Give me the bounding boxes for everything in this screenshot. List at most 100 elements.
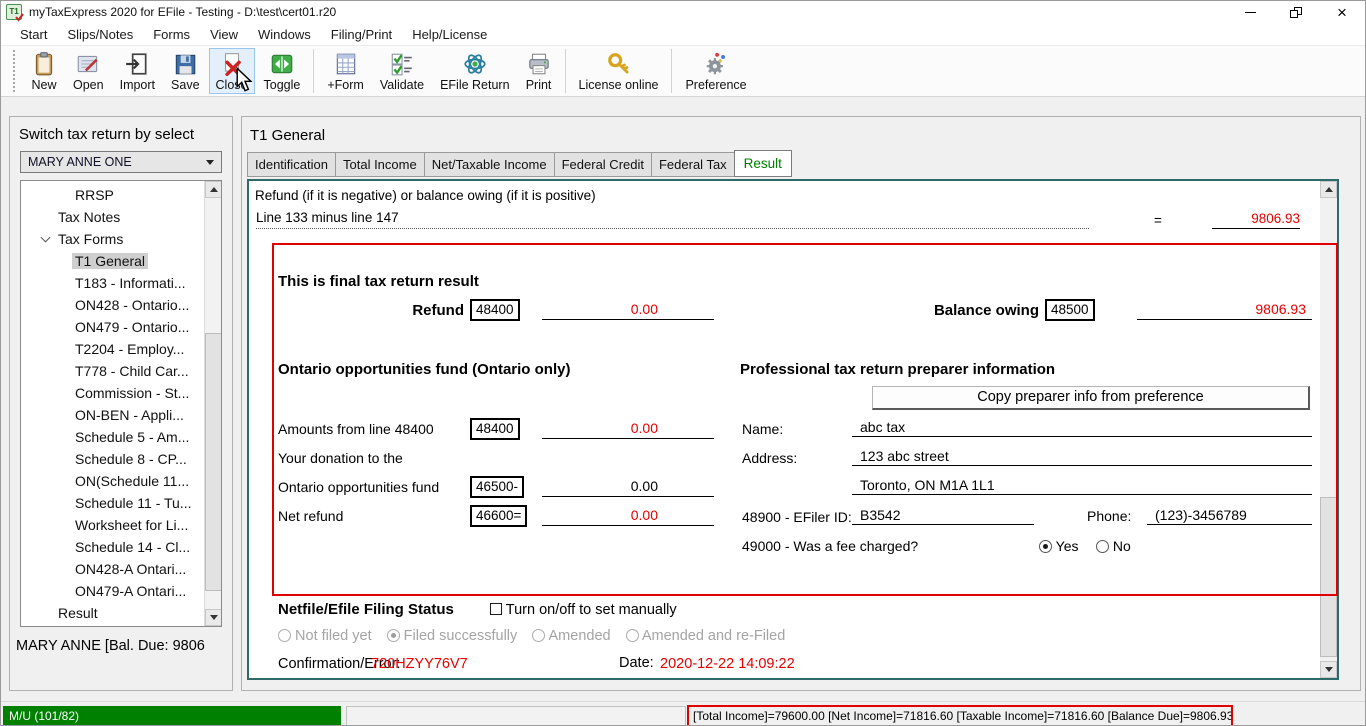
filing-status-heading: Netfile/Efile Filing Status [278,601,454,618]
form-scrollbar[interactable] [1320,181,1337,678]
tree-item-worksheet[interactable]: Worksheet for Li... [21,514,221,536]
tree-item-result[interactable]: Result [21,602,221,624]
scroll-thumb[interactable] [1320,497,1337,657]
tree-item-on479[interactable]: ON479 - Ontario... [21,316,221,338]
radio-no-icon[interactable] [1096,540,1109,553]
tab-federal-credit[interactable]: Federal Credit [554,152,652,177]
save-button[interactable]: Save [164,48,207,94]
line133-label: Line 133 minus line 147 [256,210,1089,229]
menu-help-license[interactable]: Help/License [402,23,497,45]
tree-scrollbar[interactable] [204,181,221,626]
tree-item-tax-notes[interactable]: Tax Notes [21,206,221,228]
close-button[interactable]: Close [209,48,255,94]
address-line2-field[interactable]: Toronto, ON M1A 1L1 [852,476,1312,495]
close-window-button[interactable]: × [1319,1,1365,23]
balance-owing-value-field[interactable]: 9806.93 [1137,299,1312,320]
minimize-button[interactable] [1227,1,1273,23]
balance-owing-code-box[interactable]: 48500 [1045,299,1095,321]
tab-identification[interactable]: Identification [247,152,336,177]
refund-owing-header: Refund (if it is negative) or balance ow… [255,188,596,203]
tab-total-income[interactable]: Total Income [335,152,425,177]
tree-item-t1-general[interactable]: T1 General [21,250,221,272]
print-button[interactable]: Print [519,48,559,94]
option-not-filed-yet[interactable]: Not filed yet [278,628,372,644]
manual-toggle-checkbox-row[interactable]: Turn on/off to set manually [490,602,677,618]
menu-filing-print[interactable]: Filing/Print [321,23,402,45]
option-amended-refiled[interactable]: Amended and re-Filed [626,628,786,644]
tree-item-tax-forms[interactable]: Tax Forms [21,228,221,250]
tree-item-schedule-8[interactable]: Schedule 8 - CP... [21,448,221,470]
address-label: Address: [742,450,797,466]
import-button[interactable]: Import [113,48,162,94]
donation-value-field[interactable]: 0.00 [542,476,714,497]
menu-start[interactable]: Start [10,23,57,45]
menu-slips-notes[interactable]: Slips/Notes [57,23,143,45]
scroll-up-button[interactable] [1320,181,1337,198]
option-filed-successfully[interactable]: Filed successfully [387,628,518,644]
tree-item-on-schedule-11[interactable]: ON(Schedule 11... [21,470,221,492]
app-window: T1 myTaxExpress 2020 for EFile - Testing… [0,0,1366,726]
tree-item-commission[interactable]: Commission - St... [21,382,221,404]
net-refund-value-field[interactable]: 0.00 [542,505,714,526]
tree-item-schedule-14[interactable]: Schedule 14 - Cl... [21,536,221,558]
confirmation-value: 720HZYY76V7 [371,656,468,672]
scroll-thumb[interactable] [205,333,222,591]
toggle-button[interactable]: Toggle [257,48,308,94]
chevron-down-icon [206,160,214,165]
refund-code-box[interactable]: 48400 [470,299,520,321]
refund-value-field[interactable]: 0.00 [542,299,714,320]
net-refund-code-box[interactable]: 46600= [470,505,527,527]
fee-no-option[interactable]: No [1096,538,1131,554]
tab-result[interactable]: Result [734,150,792,177]
name-field[interactable]: abc tax [852,418,1312,437]
restore-button[interactable] [1273,1,1319,23]
tree-item-schedule-5[interactable]: Schedule 5 - Am... [21,426,221,448]
amounts-code-box[interactable]: 48400 [470,418,520,440]
new-button[interactable]: New [24,48,64,94]
radio-selected-icon[interactable] [387,629,400,642]
validate-button[interactable]: Validate [373,48,431,94]
tree-item-on428[interactable]: ON428 - Ontario... [21,294,221,316]
tab-net-taxable-income[interactable]: Net/Taxable Income [424,152,555,177]
tree-item-on479-a[interactable]: ON479-A Ontari... [21,580,221,602]
phone-field[interactable]: (123)-3456789 [1147,506,1312,525]
tree-item-t778[interactable]: T778 - Child Car... [21,360,221,382]
add-form-button[interactable]: +Form [320,48,370,94]
open-button[interactable]: Open [66,48,111,94]
scroll-down-button[interactable] [205,609,222,626]
radio-icon[interactable] [626,629,639,642]
tree-item-t2204[interactable]: T2204 - Employ... [21,338,221,360]
menu-windows[interactable]: Windows [248,23,321,45]
preference-button[interactable]: Preference [678,48,753,94]
tree-item-schedule-11[interactable]: Schedule 11 - Tu... [21,492,221,514]
radio-icon[interactable] [278,629,291,642]
menu-view[interactable]: View [200,23,248,45]
refund-label: Refund [278,302,464,319]
copy-preparer-info-button[interactable]: Copy preparer info from preference [872,386,1310,410]
scroll-up-button[interactable] [205,181,222,198]
tree-item-rrsp[interactable]: RRSP [21,184,221,206]
return-selector-dropdown[interactable]: MARY ANNE ONE [20,151,222,173]
efile-return-button[interactable]: EFile Return [433,48,516,94]
triangle-up-icon [1325,187,1333,192]
tree-item-on-ben[interactable]: ON-BEN - Appli... [21,404,221,426]
tree-item-t183[interactable]: T183 - Informati... [21,272,221,294]
phone-label: Phone: [1087,508,1131,524]
toolbar-drag-handle[interactable] [13,50,15,92]
fee-yes-option[interactable]: Yes [1039,538,1078,554]
scroll-down-button[interactable] [1320,661,1337,678]
address-line1-field[interactable]: 123 abc street [852,447,1312,466]
license-online-button[interactable]: License online [572,48,666,94]
validate-checks-icon [389,51,415,77]
menu-forms[interactable]: Forms [143,23,200,45]
checkbox-icon[interactable] [490,603,502,615]
radio-icon[interactable] [532,629,545,642]
donation-code-box[interactable]: 46500- [470,476,524,498]
option-amended[interactable]: Amended [532,628,610,644]
amounts-value-field[interactable]: 0.00 [542,418,714,439]
efiler-id-field[interactable]: B3542 [852,506,1034,525]
page-title: T1 General [242,117,1360,144]
radio-yes-icon[interactable] [1039,540,1052,553]
tab-federal-tax[interactable]: Federal Tax [651,152,735,177]
tree-item-on428-a[interactable]: ON428-A Ontari... [21,558,221,580]
